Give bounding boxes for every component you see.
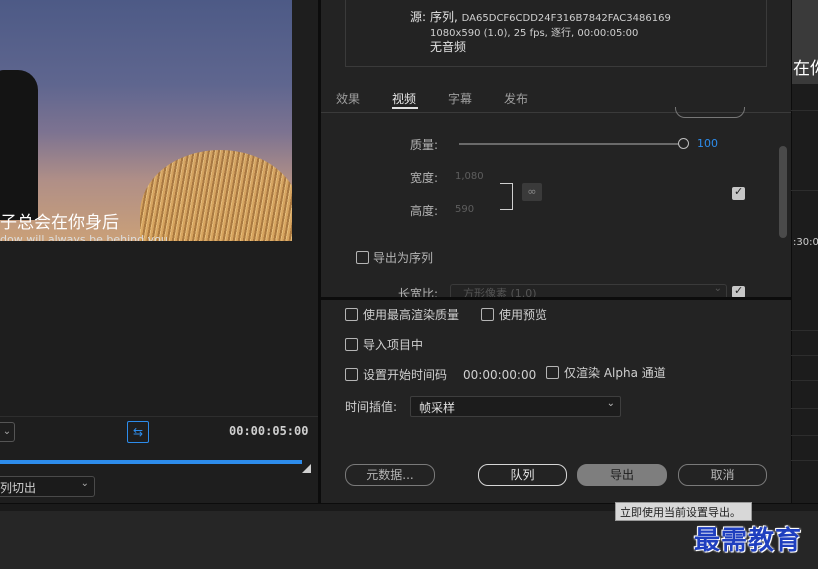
height-label: 高度: bbox=[410, 204, 439, 218]
time-interpolation-value: 帧采样 bbox=[419, 401, 456, 415]
settings-scrollbar[interactable] bbox=[779, 146, 787, 238]
width-label: 宽度: bbox=[410, 171, 439, 185]
quality-slider-handle[interactable] bbox=[678, 138, 689, 149]
preview-subtitle-chinese: 子总会在你身后 bbox=[0, 213, 119, 233]
chain-link-icon[interactable]: ∞ bbox=[522, 183, 542, 201]
start-timecode-value[interactable]: 00:00:00:00 bbox=[463, 368, 536, 382]
max-render-quality-label: 使用最高渲染质量 bbox=[363, 308, 460, 322]
timeline-range-bar[interactable] bbox=[0, 460, 302, 464]
use-previews-checkbox[interactable] bbox=[481, 308, 494, 321]
tab-video[interactable]: 视频 bbox=[392, 90, 416, 107]
source-audio: 无音频 bbox=[430, 40, 467, 54]
chevron-down-icon: ⌄ bbox=[606, 398, 615, 409]
video-preview: 子总会在你身后 dow will always be behind you bbox=[0, 0, 292, 241]
render-alpha-only-label: 仅渲染 Alpha 通道 bbox=[564, 366, 666, 380]
queue-button[interactable]: 队列 bbox=[478, 464, 567, 486]
export-button[interactable]: 导出 bbox=[577, 464, 667, 486]
quality-value[interactable]: 100 bbox=[697, 137, 718, 150]
preview-person bbox=[0, 70, 38, 220]
aspect-label: 长宽比: bbox=[398, 287, 439, 297]
active-tab-indicator bbox=[392, 107, 418, 109]
export-sequence-label: 导出为序列 bbox=[373, 251, 434, 265]
width-value[interactable]: 1,080 bbox=[455, 171, 484, 182]
match-source-checkbox[interactable] bbox=[732, 185, 745, 200]
section-separator bbox=[321, 297, 791, 300]
watermark-logo: 最需教育 bbox=[694, 526, 803, 556]
source-name: 序列, DA65DCF6CDD24F316B7842FAC3486169 bbox=[430, 8, 671, 25]
quality-slider-track[interactable] bbox=[459, 143, 681, 145]
partial-button[interactable] bbox=[675, 107, 745, 118]
chevron-down-icon: ⌄ bbox=[80, 478, 89, 489]
preview-divider bbox=[0, 416, 318, 417]
metadata-button[interactable]: 元数据... bbox=[345, 464, 435, 486]
set-start-timecode-label: 设置开始时间码 bbox=[363, 368, 448, 382]
side-divider bbox=[791, 460, 818, 461]
side-divider bbox=[791, 408, 818, 409]
height-value[interactable]: 590 bbox=[455, 204, 474, 215]
preview-subtitle-english: dow will always be behind you bbox=[0, 233, 168, 241]
chevron-down-icon: ⌄ bbox=[713, 283, 722, 294]
quality-label: 质量: bbox=[410, 138, 439, 152]
export-sequence-checkbox[interactable] bbox=[356, 251, 369, 264]
time-interpolation-label: 时间插值: bbox=[345, 400, 398, 414]
set-start-timecode-checkbox[interactable] bbox=[345, 368, 358, 381]
side-divider bbox=[791, 110, 818, 111]
side-preview-subtitle: 在你 bbox=[793, 59, 818, 79]
import-into-project-checkbox[interactable] bbox=[345, 338, 358, 351]
source-name-prefix: 序列, bbox=[430, 10, 458, 24]
source-range-value: 列切出 bbox=[0, 481, 37, 495]
source-sequence-id: DA65DCF6CDD24F316B7842FAC3486169 bbox=[461, 13, 671, 24]
render-alpha-only-checkbox[interactable] bbox=[546, 366, 559, 379]
tab-effects[interactable]: 效果 bbox=[336, 90, 360, 107]
source-details: 1080x590 (1.0), 25 fps, 逐行, 00:00:05:00 bbox=[430, 28, 639, 39]
import-into-project-label: 导入项目中 bbox=[363, 338, 424, 352]
preview-grass bbox=[140, 150, 292, 241]
out-point-marker[interactable] bbox=[302, 464, 311, 473]
side-divider bbox=[791, 380, 818, 381]
chevron-down-icon: ⌄ bbox=[2, 426, 12, 437]
source-label: 源: bbox=[410, 10, 427, 24]
side-divider bbox=[791, 435, 818, 436]
use-previews-label: 使用预览 bbox=[499, 308, 548, 322]
duration-timecode: 00:00:05:00 bbox=[229, 424, 309, 438]
side-timecode: :30:0 bbox=[793, 237, 818, 248]
tab-publish[interactable]: 发布 bbox=[504, 90, 528, 107]
fit-frame-button[interactable]: ⇆ bbox=[127, 421, 149, 443]
side-divider bbox=[791, 190, 818, 191]
cancel-button[interactable]: 取消 bbox=[678, 464, 767, 486]
dimension-link-bracket bbox=[500, 183, 513, 210]
side-divider bbox=[791, 330, 818, 331]
max-render-quality-checkbox[interactable] bbox=[345, 308, 358, 321]
fit-frame-icon: ⇆ bbox=[132, 425, 144, 439]
export-tooltip: 立即使用当前设置导出。 bbox=[615, 502, 752, 521]
time-interpolation-dropdown[interactable]: 帧采样 ⌄ bbox=[410, 396, 621, 417]
tab-captions[interactable]: 字幕 bbox=[448, 90, 472, 107]
zoom-dropdown[interactable]: ⌄ bbox=[0, 422, 15, 442]
side-divider bbox=[791, 355, 818, 356]
source-range-dropdown[interactable]: 列切出 ⌄ bbox=[0, 476, 95, 497]
